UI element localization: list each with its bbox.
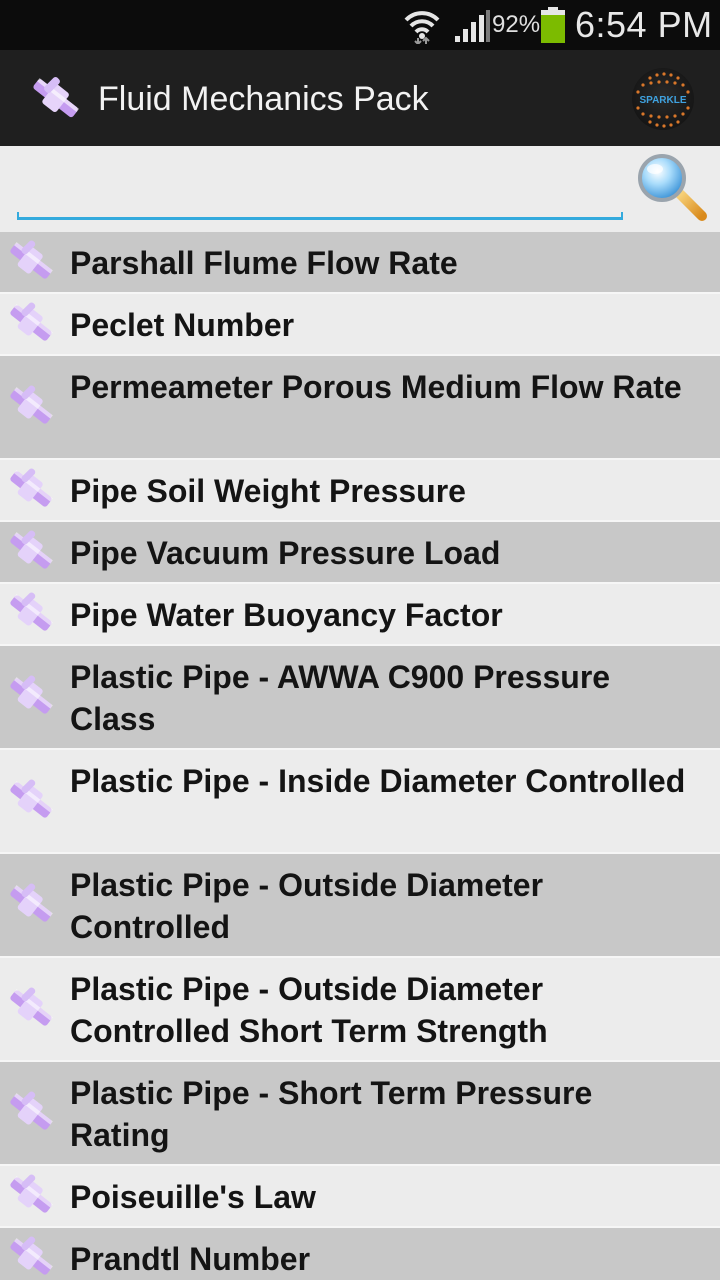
pipe-icon (10, 1174, 53, 1213)
action-bar: Fluid Mechanics Pack SPARKLE (0, 50, 720, 146)
list-item-label: Plastic Pipe - Outside Diameter Controll… (70, 971, 548, 1049)
pipe-icon (10, 883, 53, 922)
list-item[interactable]: Plastic Pipe - AWWA C900 Pressure Class (0, 646, 720, 750)
battery-icon (541, 7, 565, 43)
search-input[interactable] (18, 160, 618, 214)
list-item[interactable]: Plastic Pipe - Outside Diameter Controll… (0, 854, 720, 958)
list-item-label: Parshall Flume Flow Rate (70, 245, 458, 281)
list-item[interactable]: Plastic Pipe - Short Term Pressure Ratin… (0, 1062, 720, 1166)
search-input-underline (17, 212, 623, 220)
pipe-icon (10, 240, 53, 279)
list-item[interactable]: Pipe Vacuum Pressure Load (0, 522, 720, 584)
pipe-icon (10, 987, 53, 1026)
pipe-icon (10, 779, 53, 818)
pipe-icon (10, 1091, 53, 1130)
sparkle-logo-icon[interactable]: SPARKLE (630, 66, 696, 132)
brand-logo-text: SPARKLE (639, 95, 686, 106)
list-item-label: Prandtl Number (70, 1241, 311, 1277)
list-item-label: Pipe Water Buoyancy Factor (70, 597, 503, 633)
pipe-icon (10, 592, 53, 631)
formula-list: Parshall Flume Flow Rate Peclet Number Per… (0, 232, 720, 1280)
search-bar (0, 146, 720, 232)
list-item[interactable]: Poiseuille's Law (0, 1166, 720, 1228)
list-item-label: Pipe Vacuum Pressure Load (70, 535, 501, 571)
status-bar: 92% 6:54 PM (0, 0, 720, 50)
list-item[interactable]: Permeameter Porous Medium Flow Rate (0, 356, 720, 460)
list-item-label: Plastic Pipe - AWWA C900 Pressure Class (70, 659, 611, 737)
wifi-icon (404, 11, 440, 44)
pipe-icon (10, 1236, 53, 1275)
list-item-label: Peclet Number (70, 307, 295, 343)
pipe-icon (10, 385, 53, 424)
list-item-label: Poiseuille's Law (70, 1179, 316, 1215)
list-item-label: Plastic Pipe - Short Term Pressure Ratin… (70, 1075, 593, 1153)
list-item[interactable]: Parshall Flume Flow Rate (0, 232, 720, 294)
pipe-icon (10, 302, 53, 341)
pipe-icon (10, 675, 53, 714)
pipe-icon (10, 530, 53, 569)
list-item-label: Pipe Soil Weight Pressure (70, 473, 466, 509)
battery-percent: 92% (492, 11, 541, 38)
list-item[interactable]: Peclet Number (0, 294, 720, 356)
list-item-label: Plastic Pipe - Inside Diameter Controlle… (70, 763, 686, 799)
list-item[interactable]: Pipe Water Buoyancy Factor (0, 584, 720, 646)
list-item[interactable]: Plastic Pipe - Outside Diameter Controll… (0, 958, 720, 1062)
list-item-label: Permeameter Porous Medium Flow Rate (70, 369, 682, 405)
magnifier-icon[interactable] (636, 152, 710, 224)
pipe-icon[interactable] (28, 72, 82, 126)
clock: 6:54 PM (575, 4, 713, 45)
list-item[interactable]: Plastic Pipe - Inside Diameter Controlle… (0, 750, 720, 854)
list-item-label: Plastic Pipe - Outside Diameter Controll… (70, 867, 544, 945)
page-title: Fluid Mechanics Pack (98, 80, 429, 118)
list-item[interactable]: Pipe Soil Weight Pressure (0, 460, 720, 522)
signal-icon (455, 10, 490, 42)
list-item[interactable]: Prandtl Number (0, 1228, 720, 1280)
pipe-icon (10, 468, 53, 507)
